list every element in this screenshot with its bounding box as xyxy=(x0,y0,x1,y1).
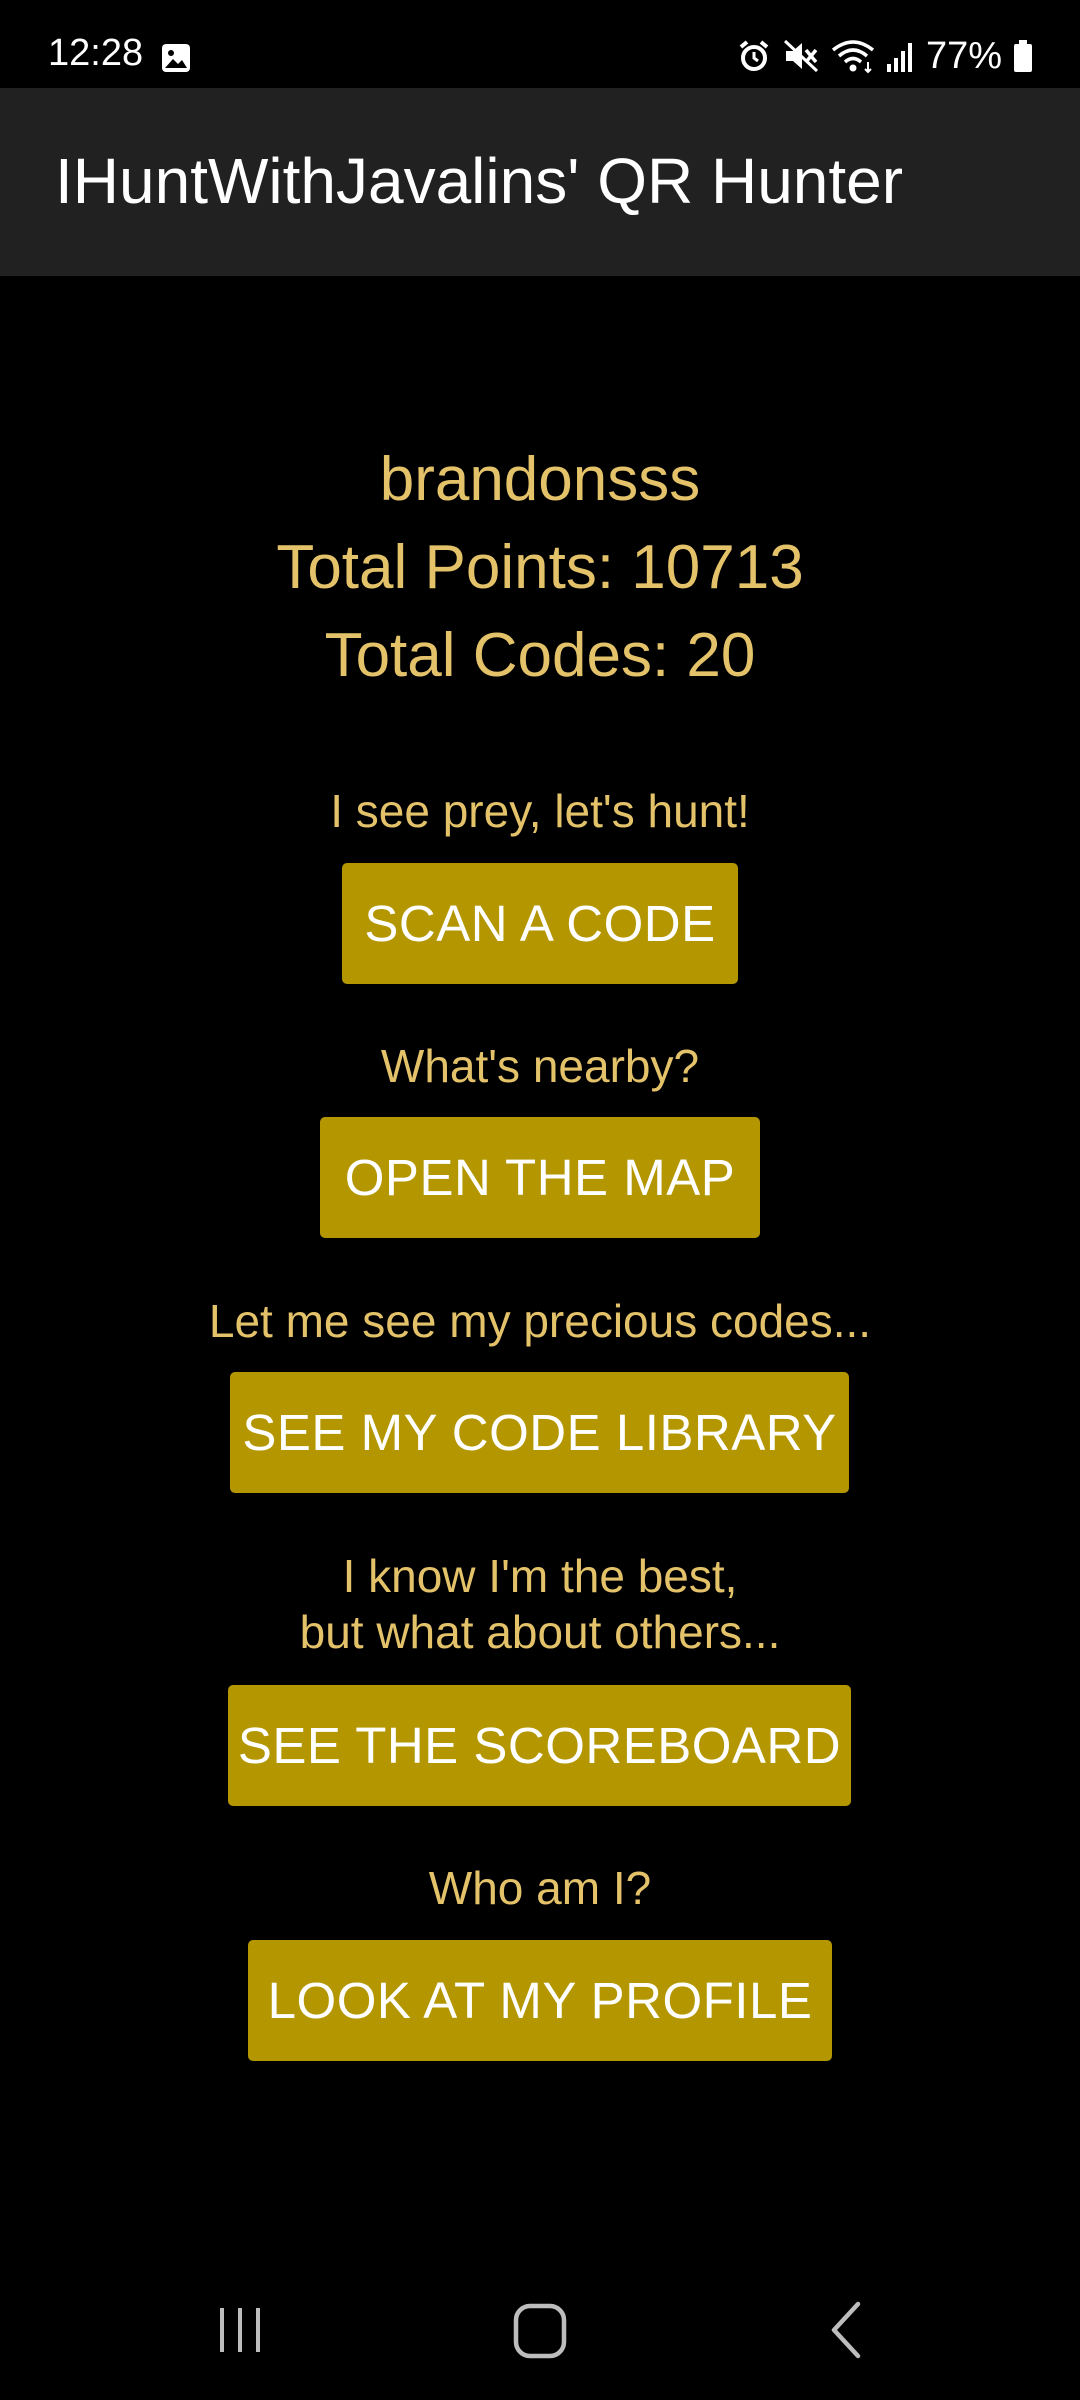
alarm-icon xyxy=(739,40,769,71)
status-time: 12:28 xyxy=(48,32,144,74)
total-codes: Total Codes: 20 xyxy=(324,621,756,690)
profile-button[interactable]: LOOK AT MY PROFILE xyxy=(248,1940,832,2061)
status-icons: 77% xyxy=(736,34,1034,78)
main-content: brandonsss Total Points: 10713 Total Cod… xyxy=(0,276,1080,2196)
battery-percent: 77% xyxy=(925,35,1002,77)
username: brandonsss xyxy=(379,445,701,514)
scan-prompt: I see prey, let's hunt! xyxy=(330,785,750,837)
profile-prompt: Who am I? xyxy=(428,1862,652,1914)
scan-code-button[interactable]: SCAN A CODE xyxy=(342,863,738,984)
total-points: Total Points: 10713 xyxy=(276,533,804,602)
app-bar: IHuntWithJavalins' QR Hunter xyxy=(0,88,1080,276)
open-map-button[interactable]: OPEN THE MAP xyxy=(320,1117,760,1238)
scoreboard-prompt-line1: I know I'm the best, xyxy=(342,1550,738,1602)
recent-apps-icon[interactable] xyxy=(210,2300,270,2360)
battery-icon xyxy=(1014,40,1032,72)
code-library-button[interactable]: SEE MY CODE LIBRARY xyxy=(230,1372,849,1493)
home-icon[interactable] xyxy=(508,2300,572,2364)
scoreboard-prompt-line2: but what about others... xyxy=(299,1606,781,1658)
mute-icon xyxy=(783,39,818,73)
map-prompt: What's nearby? xyxy=(380,1040,700,1092)
wifi-icon xyxy=(831,40,875,74)
app-title: IHuntWithJavalins' QR Hunter xyxy=(55,145,904,217)
gallery-icon xyxy=(162,44,190,72)
signal-icon xyxy=(886,43,912,72)
scoreboard-button[interactable]: SEE THE SCOREBOARD xyxy=(228,1685,851,1806)
back-icon[interactable] xyxy=(818,2300,878,2360)
navigation-bar xyxy=(0,2260,1080,2400)
status-bar: 12:28 77% xyxy=(0,0,1080,88)
user-summary: brandonsss Total Points: 10713 Total Cod… xyxy=(0,436,1080,700)
library-prompt: Let me see my precious codes... xyxy=(208,1295,872,1347)
